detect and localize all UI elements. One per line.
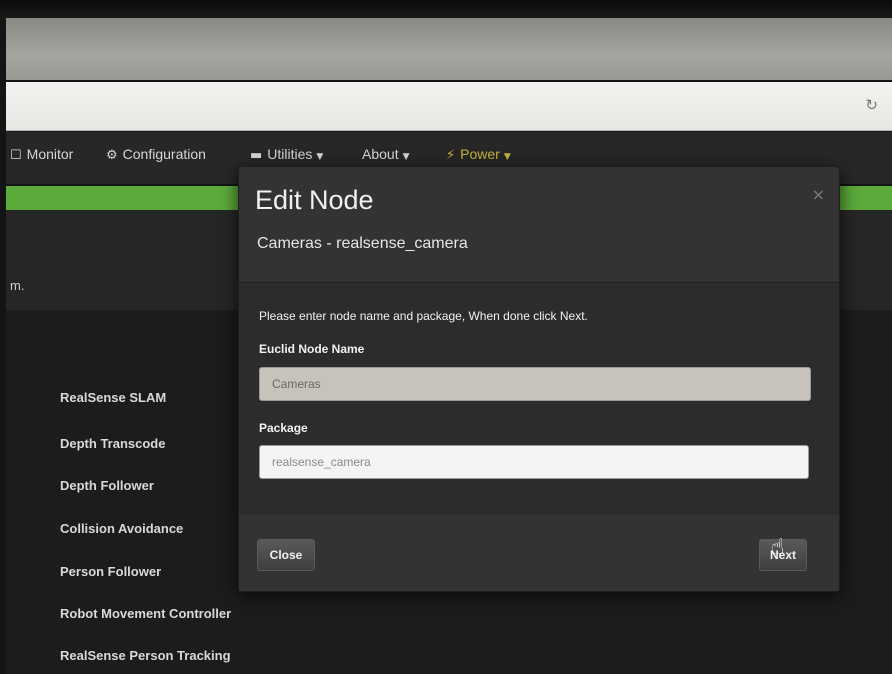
nav-about[interactable]: About ▼ bbox=[362, 146, 410, 162]
modal-footer: Close Next ☝ bbox=[239, 515, 839, 591]
list-item[interactable]: RealSense Person Tracking bbox=[60, 648, 231, 663]
chevron-down-icon: ▼ bbox=[503, 152, 511, 162]
package-field[interactable] bbox=[259, 445, 809, 479]
close-button[interactable]: Close bbox=[257, 539, 315, 571]
modal-subtitle: Cameras - realsense_camera bbox=[257, 235, 468, 252]
nav-configuration-label: Configuration bbox=[122, 146, 206, 162]
bolt-icon: ⚡ bbox=[446, 148, 456, 163]
edit-node-modal: × Edit Node Cameras - realsense_camera P… bbox=[238, 166, 840, 592]
modal-body: Please enter node name and package, When… bbox=[239, 283, 839, 515]
node-name-label: Euclid Node Name bbox=[259, 342, 365, 356]
subheader-text: m. bbox=[10, 278, 25, 293]
nav-monitor-label: Monitor bbox=[26, 146, 74, 162]
nav-configuration[interactable]: ⚙ Configuration bbox=[106, 146, 206, 163]
nav-about-label: About bbox=[362, 146, 399, 162]
browser-address-bar[interactable]: ↻ bbox=[6, 82, 892, 131]
nav-power[interactable]: ⚡ Power ▼ bbox=[446, 146, 511, 163]
cogs-icon: ⚙ bbox=[106, 148, 118, 163]
chevron-down-icon: ▼ bbox=[402, 152, 410, 162]
monitor-icon: ☐ bbox=[10, 148, 22, 163]
node-name-field[interactable] bbox=[259, 367, 811, 401]
nav-utilities-label: Utilities bbox=[267, 146, 313, 162]
browser-tab-strip bbox=[6, 18, 892, 80]
list-item[interactable]: Collision Avoidance bbox=[60, 521, 183, 536]
next-button[interactable]: Next bbox=[759, 539, 807, 571]
list-item[interactable]: Depth Transcode bbox=[60, 436, 165, 451]
list-item[interactable]: RealSense SLAM bbox=[60, 390, 166, 405]
list-item[interactable]: Robot Movement Controller bbox=[60, 606, 231, 621]
instruction-text: Please enter node name and package, When… bbox=[259, 309, 588, 323]
nav-power-label: Power bbox=[460, 146, 500, 162]
package-label: Package bbox=[259, 421, 308, 435]
monitor-bezel bbox=[0, 0, 892, 20]
list-item[interactable]: Depth Follower bbox=[60, 478, 154, 493]
reload-icon[interactable]: ↻ bbox=[865, 96, 878, 114]
close-icon[interactable]: × bbox=[812, 185, 825, 204]
nav-monitor[interactable]: ☐ Monitor bbox=[10, 146, 73, 163]
modal-title: Edit Node bbox=[255, 185, 374, 215]
nav-utilities[interactable]: ▬ Utilities ▼ bbox=[250, 146, 323, 163]
briefcase-icon: ▬ bbox=[250, 148, 263, 163]
chevron-down-icon: ▼ bbox=[316, 152, 324, 162]
list-item[interactable]: Person Follower bbox=[60, 564, 161, 579]
